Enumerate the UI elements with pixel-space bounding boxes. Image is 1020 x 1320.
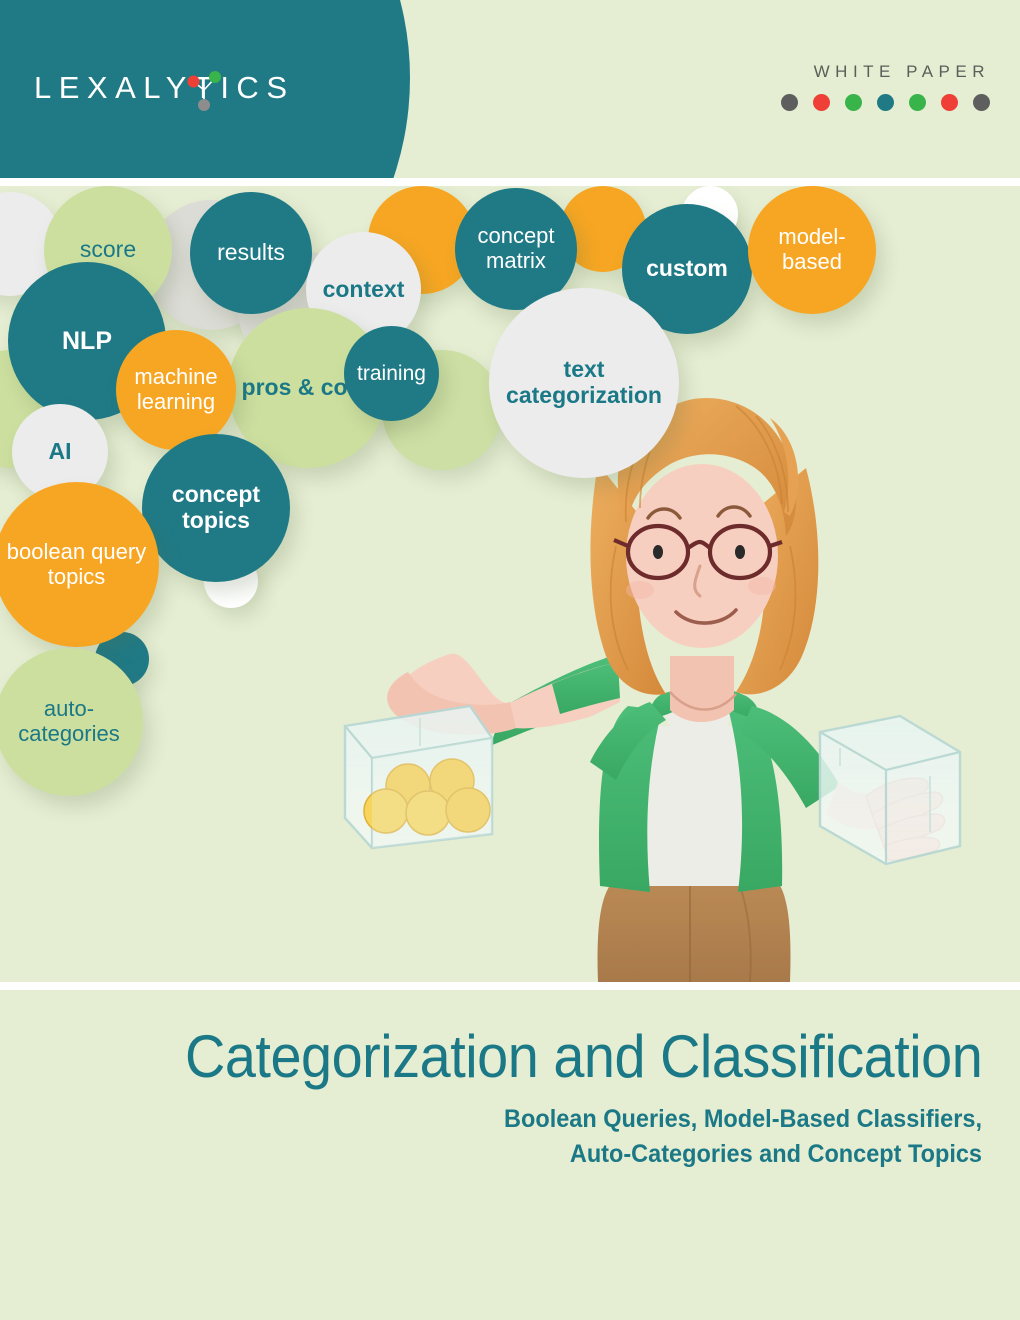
white-paper-label: WHITE PAPER (813, 62, 990, 81)
white-paper-block: WHITE PAPER (781, 62, 990, 111)
dot-gray-1 (781, 94, 798, 111)
keyword-bubble-label: training (357, 361, 426, 385)
keyword-bubble-label: results (217, 239, 285, 266)
hero-panel: score results concept matrix context custom m… (0, 186, 1020, 982)
keyword-bubble-label: custom (646, 255, 728, 282)
keyword-bubble-label: NLP (62, 327, 112, 355)
keyword-bubble-label: concept topics (171, 481, 261, 533)
keyword-bubble-label: AI (48, 438, 72, 465)
subtitle-line-1: Boolean Queries, Model-Based Classifiers… (504, 1105, 982, 1133)
dot-green-1 (845, 94, 862, 111)
keyword-bubble-model-based: model-based (748, 186, 876, 314)
keyword-bubble-label: boolean query topics (6, 538, 147, 589)
page-subtitle: Boolean Queries, Model-Based Classifiers… (324, 1102, 982, 1171)
dot-teal (877, 94, 894, 111)
keyword-bubble-label: machine learning (134, 364, 218, 414)
header-bar: LEXALYTICS WHITE PAPER (0, 0, 1020, 178)
subtitle-line-2: Auto-Categories and Concept Topics (569, 1139, 982, 1168)
dot-red-1 (813, 94, 830, 111)
keyword-bubble-machine-learning: machine learning (116, 330, 236, 450)
logo-wordmark: LEXALYTICS (34, 70, 295, 105)
keyword-bubble-label: concept matrix (477, 223, 555, 273)
keyword-bubble-concept-topics: concept topics (142, 434, 290, 582)
white-paper-dots (781, 94, 990, 111)
lexalytics-logo[interactable]: LEXALYTICS (34, 62, 334, 116)
keyword-bubble-label: score (79, 236, 137, 263)
keyword-bubble-text-categorization: text categorization (489, 288, 679, 478)
logo-node-mark (187, 71, 221, 111)
dot-red-2 (941, 94, 958, 111)
page-title: Categorization and Classification (184, 1023, 983, 1090)
dot-green-2 (909, 94, 926, 111)
title-panel: Categorization and Classification Boolea… (0, 990, 1020, 1320)
keyword-bubble-label: text categorization (506, 356, 662, 408)
keyword-bubble-label: auto-categories (18, 696, 120, 746)
keyword-bubble-boolean-query-topics: boolean query topics (0, 482, 159, 647)
keyword-bubble-label: context (322, 275, 405, 302)
keyword-bubble-results: results (190, 192, 312, 314)
keyword-bubble-label: model-based (778, 224, 846, 274)
keyword-bubble-training: training (344, 326, 439, 421)
keyword-bubble-auto-categories: auto-categories (0, 648, 143, 796)
dot-gray-2 (973, 94, 990, 111)
